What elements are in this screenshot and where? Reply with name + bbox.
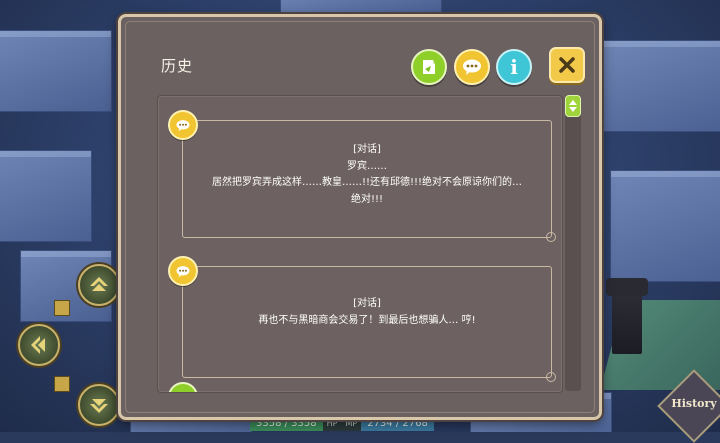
close-icon [559, 57, 575, 73]
scroll-arrows-icon [569, 100, 577, 112]
entry-type: [对话] [353, 144, 381, 155]
scene-statue [606, 278, 648, 354]
scene-block [600, 40, 720, 132]
entry-text: [对话] 再也不与黑暗商会交易了！到最后也想骗人… 哼! [186, 296, 548, 329]
entry-line: 罗宾…… [347, 160, 387, 172]
list-item: [对话] 再也不与黑暗商会交易了！到最后也想骗人… 哼! [168, 256, 562, 382]
history-list[interactable]: [对话] 罗宾…… 居然把罗宾弄成这样……教皇……!!还有邱德!!!绝对不会原谅… [157, 95, 563, 393]
chat-bubble-icon [168, 256, 198, 286]
scene-block [0, 30, 112, 112]
info-icon: i [510, 55, 518, 79]
panel-title: 历史 [161, 57, 194, 75]
scroll-thumb[interactable] [565, 95, 581, 117]
list-item: [对话] 罗宾…… 居然把罗宾弄成这样……教皇……!!还有邱德!!!绝对不会原谅… [168, 110, 562, 242]
note-icon [423, 60, 435, 74]
chevron-down-icon [90, 399, 108, 413]
arrow-down-left-icon[interactable] [54, 376, 70, 392]
entry-line: 再也不与黑暗商会交易了！到最后也想骗人… 哼! [258, 314, 476, 326]
entry-type: [对话] [353, 298, 381, 309]
skill-left-button[interactable] [18, 324, 60, 366]
info-button[interactable]: i [496, 49, 532, 85]
history-button-label[interactable]: History [668, 397, 720, 410]
skill-up-button[interactable] [78, 264, 120, 306]
close-button[interactable] [549, 47, 585, 83]
entry-line: 居然把罗宾弄成这样……教皇……!!还有邱德!!!绝对不会原谅你们的… [211, 177, 523, 188]
history-panel: 历史 i [对话] 罗宾…… 居然把罗宾弄成这样……教皇……!!还有邱德!!!绝… [118, 14, 602, 420]
entry-text: [对话] 罗宾…… 居然把罗宾弄成这样……教皇……!!还有邱德!!!绝对不会原谅… [186, 142, 548, 208]
chevron-left-icon [31, 336, 45, 354]
chat-filter-button[interactable] [454, 49, 490, 85]
scene-block [0, 150, 92, 242]
skill-down-button[interactable] [78, 384, 120, 426]
chat-bubble-icon [168, 110, 198, 140]
scrollbar[interactable] [565, 95, 581, 391]
scene-block [610, 170, 720, 282]
entry-line: 绝对!!! [350, 193, 384, 205]
chevron-up-icon [90, 277, 108, 291]
note-bubble-icon [168, 382, 198, 392]
chat-icon [463, 59, 481, 75]
arrow-up-right-icon[interactable] [54, 300, 70, 316]
note-filter-button[interactable] [411, 49, 447, 85]
